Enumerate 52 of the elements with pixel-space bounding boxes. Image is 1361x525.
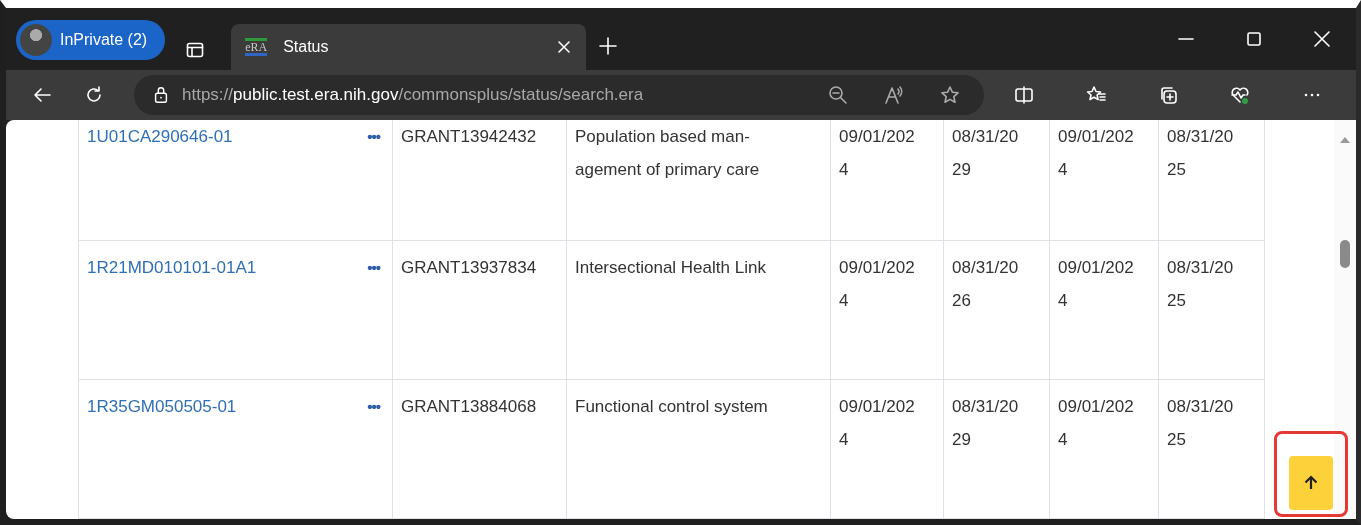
grant-link[interactable]: 1R35GM050505-01 — [87, 390, 237, 423]
scrollbar[interactable] — [1334, 120, 1356, 519]
table-cell: 08/31/20 26 — [943, 241, 1049, 379]
table-cell: 09/01/202 4 — [830, 120, 943, 240]
table-cell: 08/31/20 29 — [943, 120, 1049, 240]
read-aloud-icon — [884, 85, 904, 105]
table-cell: 08/31/20 29 — [943, 380, 1049, 518]
table-cell: GRANT13884068 — [392, 380, 566, 518]
star-icon — [940, 85, 960, 105]
table-cell: 08/31/20 25 — [1158, 241, 1265, 379]
url-text: https://public.test.era.nih.gov/commonsplus/status/search.era — [182, 85, 645, 105]
tab-title: Status — [283, 38, 330, 56]
split-screen-icon — [1014, 85, 1034, 105]
plus-icon — [598, 36, 619, 56]
close-icon — [1312, 29, 1332, 49]
table-cell: GRANT13942432 — [392, 120, 566, 240]
tab-actions-icon — [185, 40, 206, 60]
zoom-out-icon — [828, 85, 848, 105]
table-cell: 09/01/202 4 — [1049, 120, 1158, 240]
table-cell: GRANT13937834 — [392, 241, 566, 379]
maximize-icon — [1246, 31, 1262, 47]
refresh-icon — [84, 85, 104, 105]
table-cell: 09/01/202 4 — [830, 380, 943, 518]
grant-link[interactable]: 1U01CA290646-01 — [87, 120, 233, 153]
table-cell: Population based man- agement of primary care — [566, 120, 830, 240]
more-actions-button[interactable]: ••• — [363, 120, 384, 153]
lock-icon — [152, 85, 170, 105]
arrow-up-icon — [1302, 474, 1320, 492]
more-actions-button[interactable]: ••• — [363, 251, 384, 284]
table-cell: 08/31/20 25 — [1158, 380, 1265, 518]
profile-button[interactable]: InPrivate (2) — [16, 20, 166, 60]
grant-link[interactable]: 1R21MD010101-01A1 — [87, 251, 257, 284]
scroll-thumb[interactable] — [1340, 240, 1350, 268]
collections-icon — [1158, 85, 1178, 105]
table-cell: Intersectional Health Link — [566, 241, 830, 379]
heartbeat-icon — [1230, 85, 1250, 105]
back-arrow-icon — [32, 85, 52, 105]
avatar — [20, 24, 52, 56]
site-favicon: eRA — [245, 38, 268, 56]
table-cell: 08/31/20 25 — [1158, 120, 1265, 240]
table-cell: Functional control system — [566, 380, 830, 518]
table-cell: 09/01/202 4 — [830, 241, 943, 379]
close-icon — [556, 39, 573, 55]
browser-tab[interactable]: eRA Status — [231, 24, 587, 70]
table-cell: 09/01/202 4 — [1049, 380, 1158, 518]
table-cell: 09/01/202 4 — [1049, 241, 1158, 379]
address-bar[interactable]: https://public.test.era.nih.gov/commonsplus/status/search.era — [134, 75, 984, 115]
scroll-up-icon — [1339, 136, 1351, 144]
minimize-icon — [1176, 37, 1196, 41]
back-to-top-button[interactable] — [1289, 456, 1333, 510]
more-icon — [1302, 93, 1322, 97]
more-actions-button[interactable]: ••• — [363, 390, 384, 423]
